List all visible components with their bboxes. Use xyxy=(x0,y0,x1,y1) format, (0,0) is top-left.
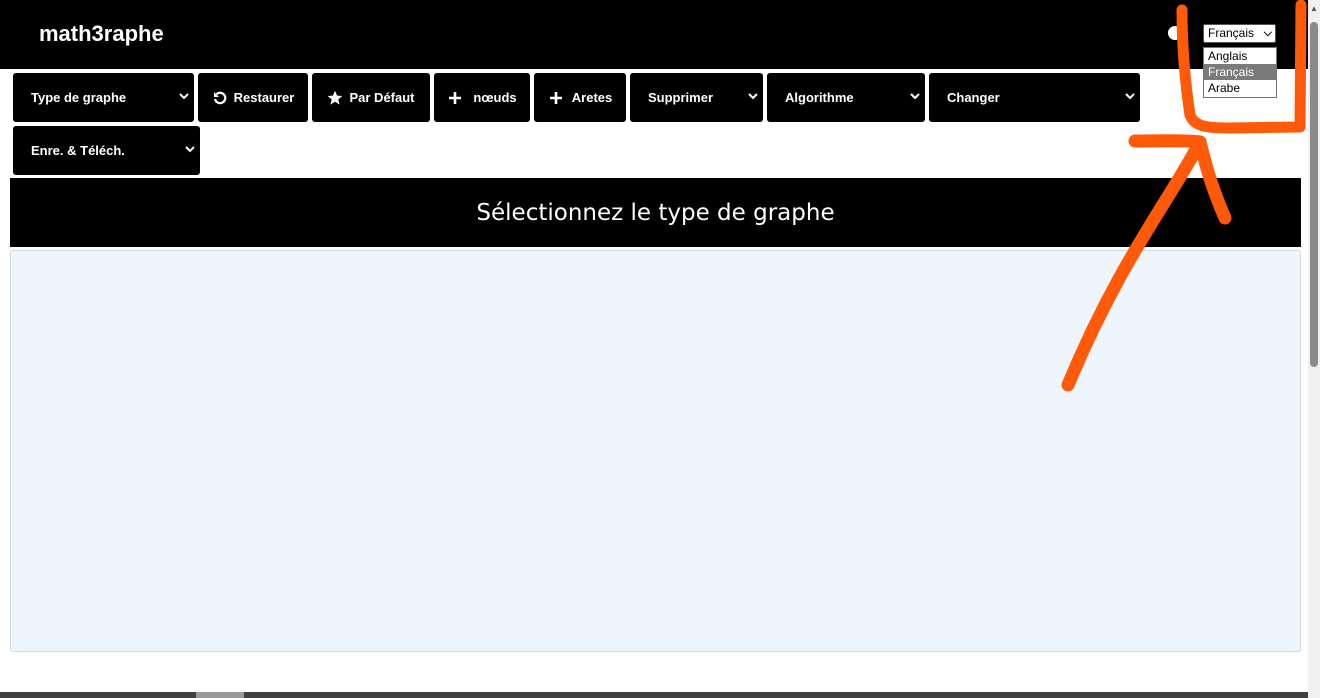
theme-toggle[interactable] xyxy=(1168,26,1182,40)
graph-type-label: Type de graphe xyxy=(31,90,127,105)
scroll-up-arrow-icon[interactable]: ▲ xyxy=(1308,4,1320,14)
chevron-down-icon xyxy=(185,146,195,153)
top-navbar: math3raphe Français ⌵ xyxy=(0,0,1308,69)
language-option-francais[interactable]: Français xyxy=(1204,64,1276,80)
language-dropdown-list: Anglais Français Arabe xyxy=(1203,47,1277,98)
language-option-arabe[interactable]: Arabe xyxy=(1204,80,1276,96)
vertical-scrollbar[interactable]: ▲ xyxy=(1308,0,1320,698)
save-download-label: Enre. & Téléch. xyxy=(31,143,125,158)
save-download-select[interactable]: Enre. & Téléch. xyxy=(13,126,200,175)
scrollbar-thumb[interactable] xyxy=(1310,22,1318,367)
restore-label: Restaurer xyxy=(233,90,295,105)
chevron-down-icon xyxy=(748,93,758,100)
brand-logo[interactable]: math3raphe xyxy=(39,21,164,47)
add-nodes-label: nœuds xyxy=(473,90,517,105)
horizontal-scrollbar-thumb[interactable] xyxy=(196,692,244,698)
rotate-left-icon xyxy=(213,91,226,104)
chevron-down-icon xyxy=(910,93,920,100)
language-selected-value: Français xyxy=(1208,26,1255,40)
chevron-down-icon xyxy=(179,93,189,100)
language-option-anglais[interactable]: Anglais xyxy=(1204,48,1276,64)
delete-select[interactable]: Supprimer xyxy=(630,73,763,122)
algorithm-label: Algorithme xyxy=(785,90,854,105)
default-label: Par Défaut xyxy=(349,90,415,105)
page: math3raphe Français ⌵ Anglais Français A… xyxy=(0,0,1320,698)
change-label: Changer xyxy=(947,90,1000,105)
page-title-bar: Sélectionnez le type de graphe xyxy=(10,178,1301,247)
change-select[interactable]: Changer xyxy=(929,73,1140,122)
add-edges-button[interactable]: Aretes xyxy=(534,73,626,122)
graph-type-select[interactable]: Type de graphe xyxy=(13,73,194,122)
plus-icon xyxy=(549,91,562,104)
delete-label: Supprimer xyxy=(648,90,714,105)
star-icon xyxy=(328,90,343,105)
graph-canvas[interactable] xyxy=(10,250,1301,652)
default-button[interactable]: Par Défaut xyxy=(312,73,430,122)
restore-button[interactable]: Restaurer xyxy=(198,73,308,122)
add-nodes-button[interactable]: nœuds xyxy=(434,73,530,122)
language-select[interactable]: Français ⌵ xyxy=(1203,24,1276,43)
algorithm-select[interactable]: Algorithme xyxy=(767,73,925,122)
page-title: Sélectionnez le type de graphe xyxy=(476,199,835,226)
plus-icon xyxy=(449,91,462,104)
chevron-down-icon: ⌵ xyxy=(1263,27,1272,39)
chevron-down-icon xyxy=(1125,93,1135,100)
add-edges-label: Aretes xyxy=(571,90,613,105)
